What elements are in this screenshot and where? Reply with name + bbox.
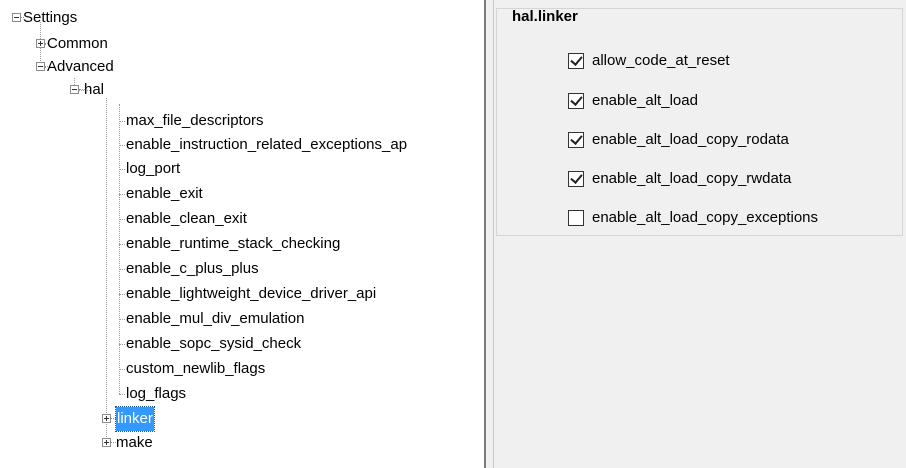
- tree-line: [119, 104, 120, 394]
- checkbox[interactable]: [568, 53, 584, 69]
- tree-leaf-label: enable_sopc_sysid_check: [126, 335, 302, 352]
- tree-line: [106, 98, 107, 443]
- tree-node-label: hal: [84, 81, 105, 98]
- tree-node-label: Settings: [23, 9, 78, 26]
- settings-tree[interactable]: Settings Common Advanced hal max_file_de…: [0, 0, 484, 468]
- checkbox-label: enable_alt_load_copy_rwdata: [592, 170, 792, 187]
- collapse-icon[interactable]: [70, 85, 79, 94]
- tree-leaf-label: enable_lightweight_device_driver_api: [126, 285, 377, 302]
- expand-icon[interactable]: [102, 438, 111, 447]
- tree-node-label: Common: [47, 35, 108, 52]
- tree-leaf-label: enable_clean_exit: [126, 210, 247, 227]
- checkbox-label: enable_alt_load: [592, 92, 698, 109]
- checkbox[interactable]: [568, 171, 584, 187]
- tree-leaf-label: enable_instruction_related_exceptions_ap: [126, 136, 408, 153]
- tree-leaf-label: custom_newlib_flags: [126, 360, 266, 377]
- tree-leaf-label: enable_runtime_stack_checking: [126, 235, 341, 252]
- settings-panel: hal.linker allow_code_at_reset enable_al…: [494, 0, 906, 468]
- checkbox-label: enable_alt_load_copy_exceptions: [592, 209, 819, 226]
- collapse-icon[interactable]: [12, 13, 21, 22]
- collapse-icon[interactable]: [36, 62, 45, 71]
- checkbox[interactable]: [568, 93, 584, 109]
- groupbox-title: hal.linker: [509, 9, 581, 25]
- tree-leaf-label: enable_mul_div_emulation: [126, 310, 305, 327]
- tree-leaf-label: enable_c_plus_plus: [126, 260, 259, 277]
- expand-icon[interactable]: [102, 414, 111, 423]
- checkbox-label: allow_code_at_reset: [592, 52, 730, 69]
- checkbox-label: enable_alt_load_copy_rodata: [592, 131, 789, 148]
- tree-leaf-label: log_flags: [126, 385, 187, 402]
- tree-leaf-label: enable_exit: [126, 185, 203, 202]
- linker-groupbox: hal.linker allow_code_at_reset enable_al…: [496, 8, 903, 236]
- tree-node-label: Advanced: [47, 58, 114, 75]
- tree-leaf-label: log_port: [126, 160, 181, 177]
- tree-node-label: make: [116, 434, 153, 451]
- tree-node-label: linker: [115, 406, 155, 432]
- pane-splitter-handle[interactable]: [486, 0, 494, 468]
- tree-leaf-label: max_file_descriptors: [126, 112, 264, 129]
- checkbox[interactable]: [568, 132, 584, 148]
- checkbox[interactable]: [568, 210, 584, 226]
- expand-icon[interactable]: [36, 39, 45, 48]
